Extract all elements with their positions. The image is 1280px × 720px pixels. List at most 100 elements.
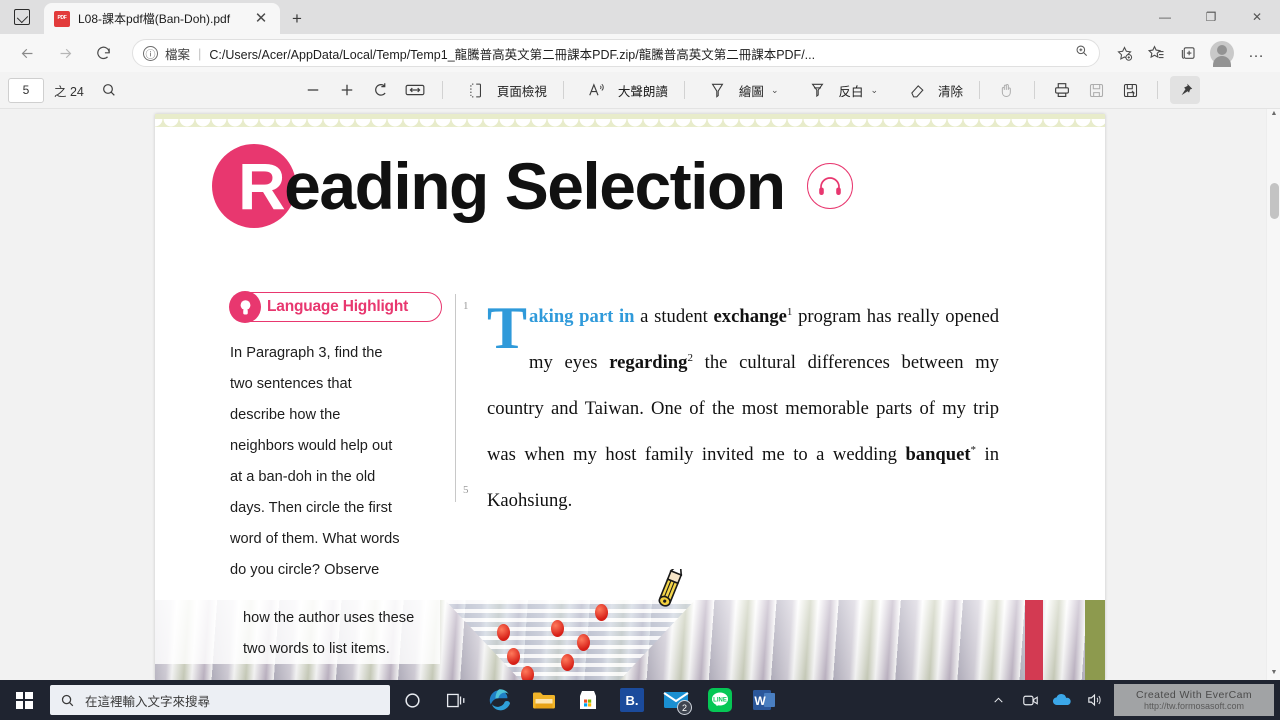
print-icon[interactable] bbox=[1047, 76, 1077, 104]
windows-logo-icon bbox=[15, 691, 33, 709]
vertical-scrollbar[interactable]: ▲ ▼ bbox=[1266, 109, 1280, 680]
page-top-border bbox=[155, 114, 1105, 135]
page-count-label: 之 24 bbox=[54, 84, 84, 99]
pencil-drawing-cursor bbox=[650, 561, 690, 615]
browser-tab-strip: L08-課本pdf檔(Ban-Doh).pdf ✕ + — ❐ ✕ bbox=[0, 0, 1280, 34]
language-highlight-title: Language Highlight bbox=[267, 298, 409, 315]
highlight-button[interactable]: 反白 ⌄ bbox=[794, 76, 884, 104]
info-icon[interactable]: ⓘ bbox=[143, 45, 158, 61]
windows-taskbar: 在這裡輸入文字來搜尋 B. 2 LINE W Created With Ever… bbox=[0, 680, 1280, 720]
tab-actions-icon[interactable] bbox=[0, 0, 44, 34]
camera-icon[interactable] bbox=[1014, 680, 1046, 720]
star-plus-icon[interactable] bbox=[1108, 38, 1140, 68]
search-plus-icon[interactable] bbox=[1071, 44, 1093, 63]
show-hidden-icons[interactable] bbox=[982, 680, 1014, 720]
forward-icon[interactable] bbox=[50, 38, 80, 68]
passage-drop-cap: T bbox=[487, 295, 528, 361]
tab-title: L08-課本pdf檔(Ban-Doh).pdf bbox=[78, 12, 231, 26]
system-tray: Created With EverCam http://tw.formosaso… bbox=[982, 680, 1280, 720]
fit-page-icon[interactable] bbox=[400, 76, 430, 104]
taskbar-app-microsoft-word[interactable]: W bbox=[742, 680, 786, 720]
erase-button[interactable]: 清除 bbox=[894, 76, 969, 104]
chevron-down-icon[interactable]: ⌄ bbox=[871, 85, 879, 96]
address-url[interactable]: C:/Users/Acer/AppData/Local/Temp/Temp1_龍… bbox=[209, 44, 1071, 63]
profile-avatar[interactable] bbox=[1210, 41, 1234, 67]
zoom-out-button[interactable] bbox=[298, 76, 328, 104]
language-highlight-box: Language Highlight In Paragraph 3, find … bbox=[229, 291, 445, 586]
pdf-viewer[interactable]: Reading Selection Language Highlight In … bbox=[0, 109, 1280, 680]
speaker-icon[interactable] bbox=[1078, 680, 1110, 720]
passage-bold-exchange: exchange bbox=[713, 306, 787, 327]
taskbar-app-bandizip[interactable]: B. bbox=[610, 680, 654, 720]
pin-icon[interactable] bbox=[1170, 76, 1201, 104]
reload-icon[interactable] bbox=[88, 38, 118, 68]
task-view-icon[interactable] bbox=[434, 680, 478, 720]
highlighter-icon bbox=[802, 76, 832, 104]
page-view-label: 頁面檢視 bbox=[496, 84, 547, 99]
browser-tab[interactable]: L08-課本pdf檔(Ban-Doh).pdf ✕ bbox=[44, 3, 280, 34]
save-as-icon[interactable] bbox=[1115, 76, 1145, 104]
pdf-toolbar: 5 之 24 頁面檢視 大聲朗讀 繪圖 ⌄ 反白 ⌄ 清除 bbox=[0, 72, 1280, 109]
read-aloud-button[interactable]: 大聲朗讀 bbox=[574, 76, 674, 104]
window-close-icon[interactable]: ✕ bbox=[1234, 0, 1280, 34]
passage-bold-banquet: banquet bbox=[905, 444, 971, 465]
taskbar-app-microsoft-edge[interactable] bbox=[478, 680, 522, 720]
banquet-photo: how the author uses these two words to l… bbox=[155, 600, 1105, 680]
language-highlight-body: In Paragraph 3, find the two sentences t… bbox=[230, 338, 430, 586]
page-view-button[interactable]: 頁面檢視 bbox=[453, 76, 553, 104]
lh-line: In Paragraph 3, find the bbox=[230, 345, 383, 361]
hand-icon[interactable] bbox=[992, 76, 1022, 104]
lh-line: describe how the bbox=[230, 407, 341, 423]
svg-text:B.: B. bbox=[626, 693, 639, 708]
address-separator: | bbox=[198, 45, 202, 61]
taskbar-app-mail[interactable]: 2 bbox=[654, 680, 698, 720]
collections-icon[interactable] bbox=[1172, 38, 1204, 68]
minimize-icon[interactable]: — bbox=[1142, 0, 1188, 34]
maximize-icon[interactable]: ❐ bbox=[1188, 0, 1234, 34]
pdf-page[interactable]: Reading Selection Language Highlight In … bbox=[155, 114, 1105, 680]
favorites-icon[interactable] bbox=[1140, 38, 1172, 68]
address-bar[interactable]: ⓘ 檔案 | C:/Users/Acer/AppData/Local/Temp/… bbox=[132, 39, 1100, 67]
passage-blue-run: aking part in bbox=[529, 306, 635, 327]
zoom-in-button[interactable] bbox=[332, 76, 362, 104]
watermark-line2: http://tw.formosasoft.com bbox=[1143, 700, 1245, 711]
browser-settings-icon[interactable]: … bbox=[1240, 38, 1272, 68]
highlight-label: 反白 bbox=[838, 84, 864, 99]
scrollbar-thumb[interactable] bbox=[1270, 183, 1279, 219]
pdf-file-icon bbox=[54, 10, 70, 27]
lightbulb-icon bbox=[229, 291, 261, 323]
taskbar-search-input[interactable]: 在這裡輸入文字來搜尋 bbox=[50, 685, 390, 715]
lh-line: days. Then circle the first bbox=[230, 500, 392, 516]
rotate-icon[interactable] bbox=[366, 76, 396, 104]
page-view-icon bbox=[461, 76, 491, 104]
line-number: 1 bbox=[463, 300, 469, 312]
draw-button[interactable]: 繪圖 ⌄ bbox=[695, 76, 785, 104]
close-icon[interactable]: ✕ bbox=[248, 6, 274, 32]
cortana-circle-icon[interactable] bbox=[390, 680, 434, 720]
lh-line: two words to list items. bbox=[243, 641, 390, 657]
draw-label: 繪圖 bbox=[738, 84, 764, 99]
lh-line: do you circle? Observe bbox=[230, 562, 380, 578]
mail-badge-count: 2 bbox=[677, 700, 692, 715]
start-button[interactable] bbox=[0, 680, 48, 720]
save-icon[interactable] bbox=[1081, 76, 1111, 104]
lh-line: two sentences that bbox=[230, 376, 352, 392]
chevron-down-icon[interactable]: ⌄ bbox=[771, 85, 779, 96]
taskbar-search-placeholder: 在這裡輸入文字來搜尋 bbox=[85, 694, 211, 709]
new-tab-button[interactable]: + bbox=[284, 5, 310, 31]
taskbar-app-file-explorer[interactable] bbox=[522, 680, 566, 720]
search-icon[interactable] bbox=[94, 76, 124, 104]
scroll-down-arrow[interactable]: ▼ bbox=[1267, 665, 1280, 679]
taskbar-app-microsoft-store[interactable] bbox=[566, 680, 610, 720]
scroll-up-arrow[interactable]: ▲ bbox=[1267, 106, 1280, 120]
lh-line: neighbors would help out bbox=[230, 438, 393, 454]
cloud-icon[interactable] bbox=[1046, 680, 1078, 720]
headphones-icon[interactable] bbox=[806, 163, 853, 209]
page-number-input[interactable]: 5 bbox=[8, 77, 44, 103]
read-aloud-label: 大聲朗讀 bbox=[617, 84, 668, 99]
back-icon[interactable] bbox=[12, 38, 42, 68]
line-number: 5 bbox=[463, 484, 469, 496]
lh-line: word of them. What words bbox=[230, 531, 400, 547]
taskbar-app-line[interactable]: LINE bbox=[698, 680, 742, 720]
screen: L08-課本pdf檔(Ban-Doh).pdf ✕ + — ❐ ✕ ⓘ 檔案 |… bbox=[0, 0, 1280, 720]
